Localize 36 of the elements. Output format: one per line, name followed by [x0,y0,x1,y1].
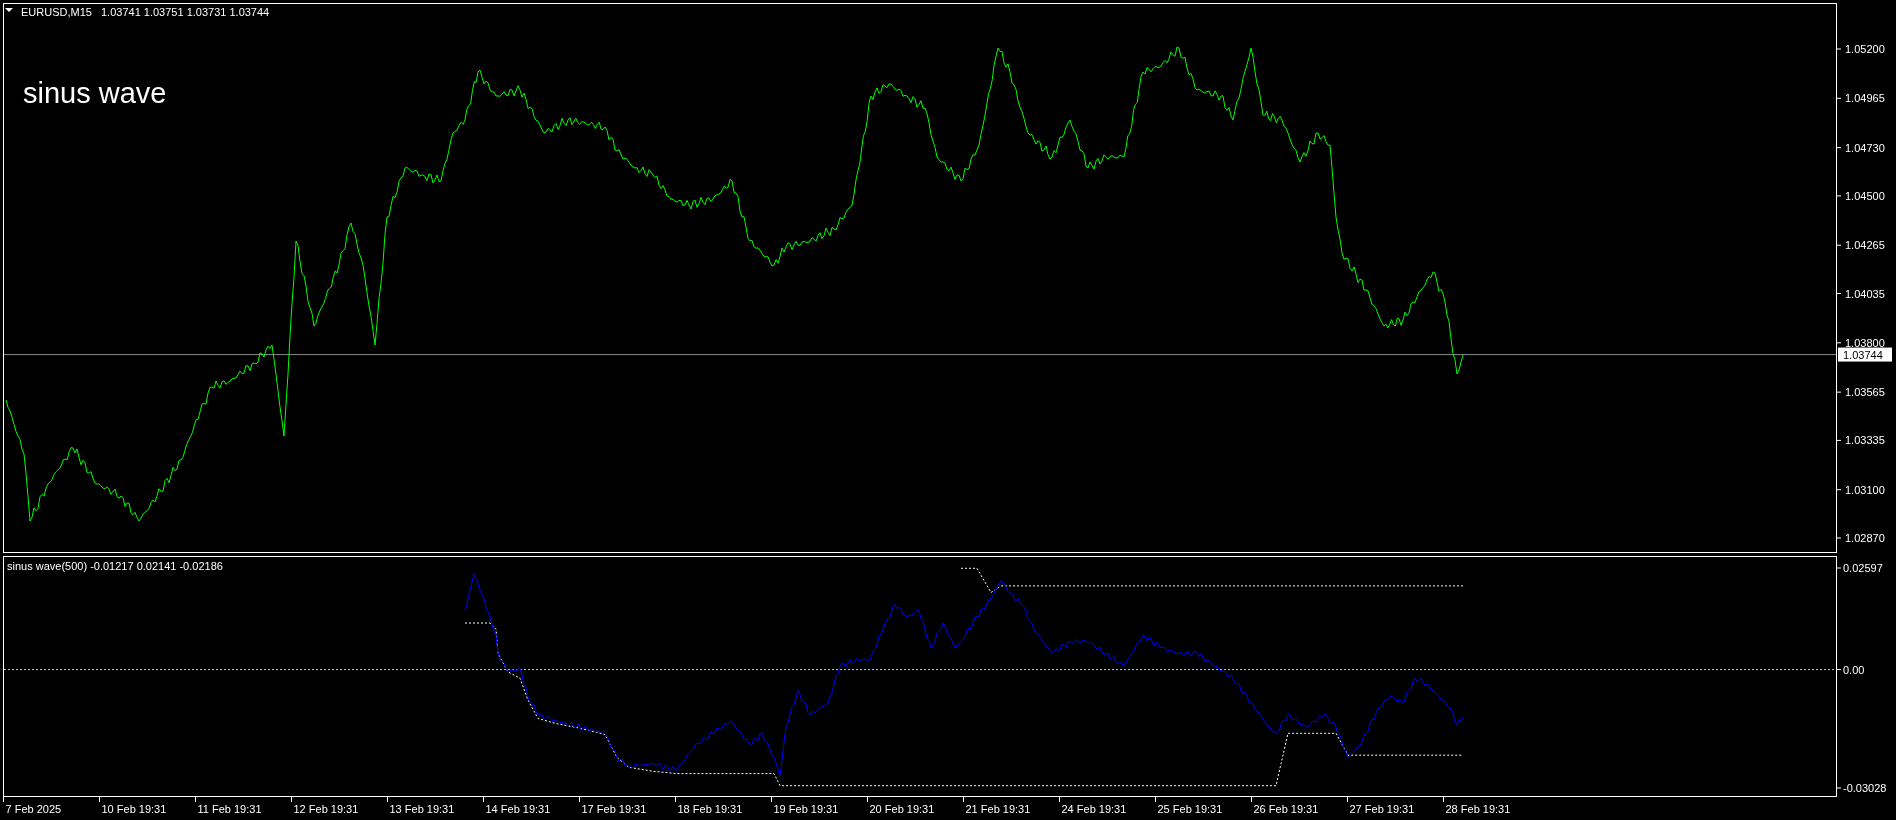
axis-label: 1.04730 [1845,141,1885,154]
axis-label: 27 Feb 19:31 [1349,803,1415,815]
axis-label: 28 Feb 19:31 [1445,803,1511,815]
axis-label: 19 Feb 19:31 [773,803,839,815]
axis-label: -0.03028 [1843,782,1887,794]
axis-label: 1.03100 [1845,483,1885,496]
axis-label: 17 Feb 19:31 [581,803,647,815]
axis-label: 13 Feb 19:31 [389,803,455,815]
symbol-label: EURUSD,M15 [21,6,92,18]
axis-label: 26 Feb 19:31 [1253,803,1319,815]
axis-label: 1.04965 [1845,92,1885,105]
indicator-label: sinus wave(500) -0.01217 0.02141 -0.02186 [7,560,223,572]
axis-label: 10 Feb 19:31 [101,803,167,815]
axis-label: 18 Feb 19:31 [677,803,743,815]
chart-title: sinus wave [23,77,167,109]
axis-label: 14 Feb 19:31 [485,803,551,815]
ohlc-values: 1.03741 1.03751 1.03731 1.03744 [101,6,270,18]
axis-label: 24 Feb 19:31 [1061,803,1127,815]
axis-label: 7 Feb 2025 [5,803,62,815]
axis-label: 21 Feb 19:31 [965,803,1031,815]
axis-label: 20 Feb 19:31 [869,803,935,815]
axis-label: 1.04265 [1845,239,1885,252]
axis-label: 0.00 [1843,663,1865,676]
axis-label: 1.02870 [1845,532,1885,544]
axis-label: 1.05200 [1845,43,1885,55]
dropdown-icon[interactable] [5,8,13,12]
axis-label: 1.03800 [1845,336,1885,349]
price-tag: 1.03744 [1838,347,1892,362]
axis-label: 1.03335 [1845,434,1885,447]
axis-label: 0.02597 [1843,562,1883,574]
axis-label: 1.04035 [1845,287,1885,300]
axis-label: 1.04500 [1845,189,1885,202]
axis-label: 12 Feb 19:31 [293,803,359,815]
axis-label: 25 Feb 19:31 [1157,803,1223,815]
axis-label: 1.03565 [1845,386,1885,399]
axis-label: 11 Feb 19:31 [197,803,262,815]
